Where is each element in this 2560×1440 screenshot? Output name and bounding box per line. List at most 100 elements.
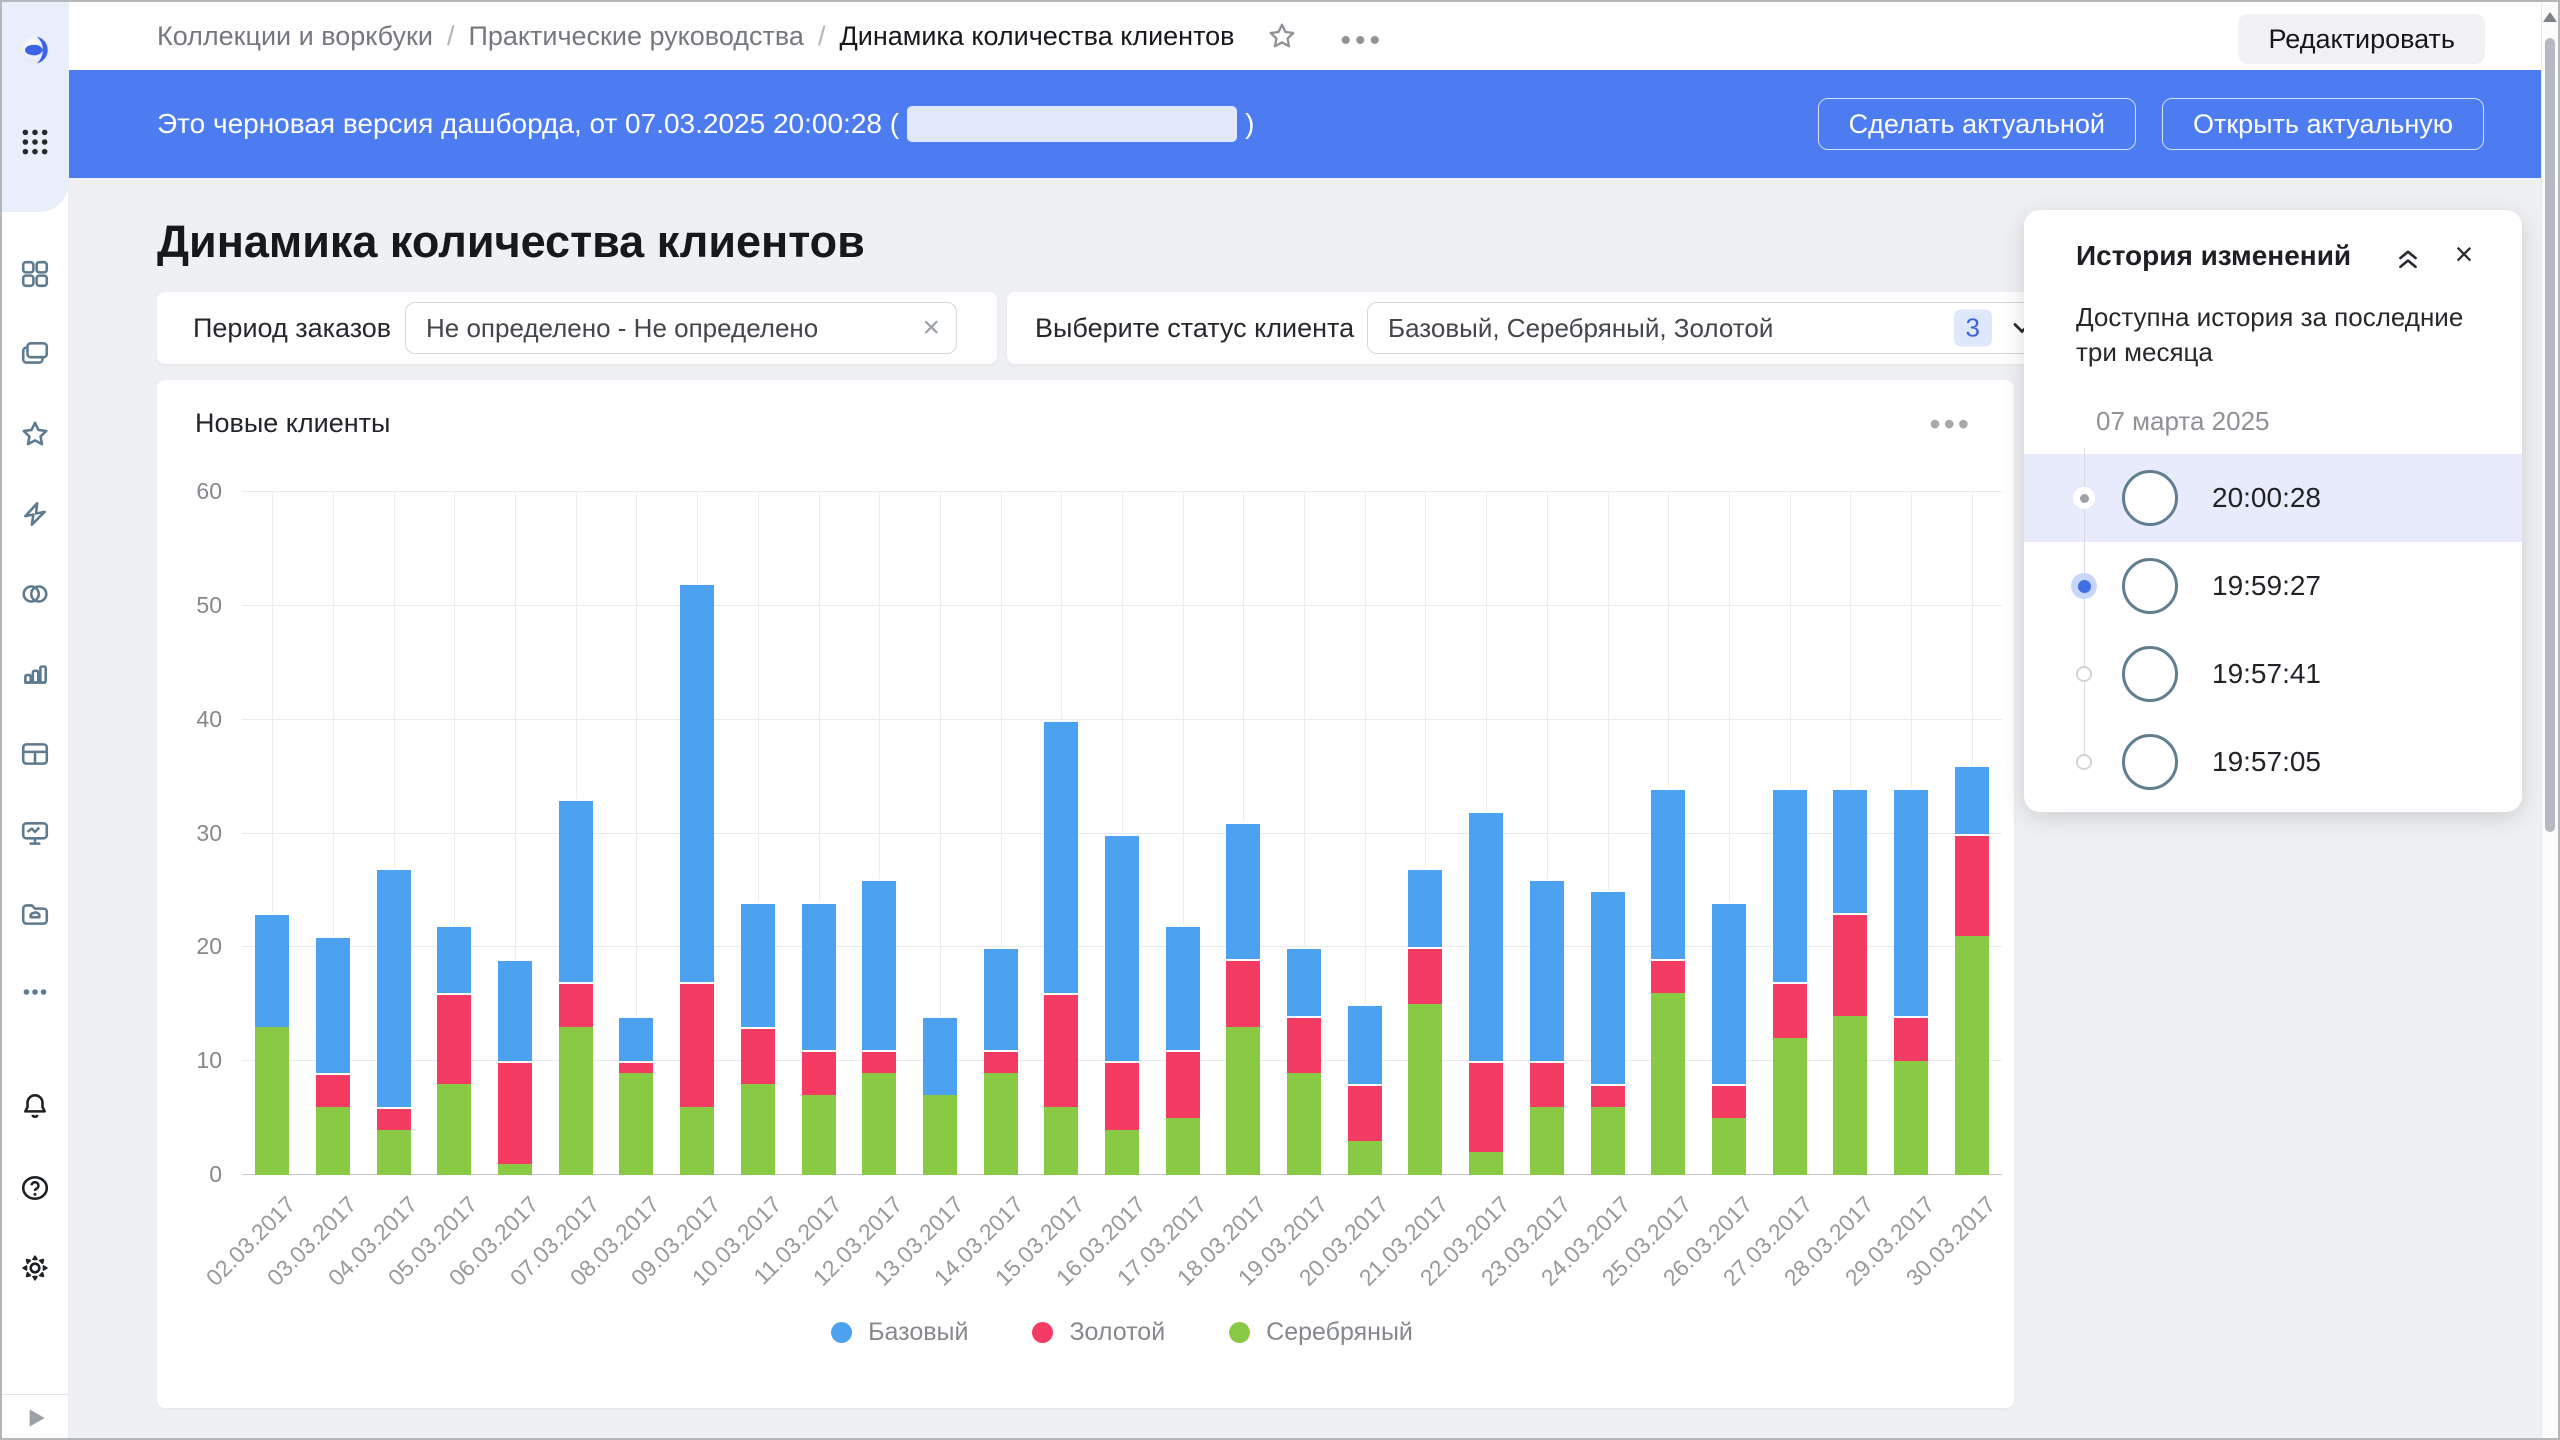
bar-segment[interactable] xyxy=(316,936,350,1073)
bar-segment[interactable] xyxy=(1651,959,1685,993)
version-radio[interactable] xyxy=(2076,754,2092,770)
datasets-table-icon[interactable] xyxy=(18,737,52,771)
stacked-bar[interactable] xyxy=(1226,822,1260,1175)
bar-segment[interactable] xyxy=(862,1073,896,1175)
vertical-scrollbar[interactable] xyxy=(2541,2,2558,1440)
bar-segment[interactable] xyxy=(1166,1050,1200,1118)
bar-segment[interactable] xyxy=(862,879,896,1050)
favorites-star-icon[interactable] xyxy=(18,417,52,451)
bar-segment[interactable] xyxy=(1226,959,1260,1027)
bar-segment[interactable] xyxy=(1833,1016,1867,1175)
bar-segment[interactable] xyxy=(1226,822,1260,959)
bar-segment[interactable] xyxy=(1894,1016,1928,1062)
apps-grid-icon[interactable] xyxy=(18,125,52,159)
connections-icon[interactable] xyxy=(18,577,52,611)
bar-segment[interactable] xyxy=(377,868,411,1107)
bar-segment[interactable] xyxy=(680,583,714,981)
bar-segment[interactable] xyxy=(1712,1118,1746,1175)
bar-segment[interactable] xyxy=(1287,1016,1321,1073)
bar-segment[interactable] xyxy=(923,1016,957,1096)
charts-icon[interactable] xyxy=(18,657,52,691)
bar-segment[interactable] xyxy=(437,993,471,1084)
bar-segment[interactable] xyxy=(1773,982,1807,1039)
history-item[interactable]: 19:57:41 xyxy=(2024,630,2522,718)
bar-segment[interactable] xyxy=(498,1061,532,1163)
bar-segment[interactable] xyxy=(559,982,593,1028)
bar-segment[interactable] xyxy=(1226,1027,1260,1175)
edit-button[interactable]: Редактировать xyxy=(2238,14,2485,64)
legend-item[interactable]: Серебряный xyxy=(1229,1318,1413,1347)
bar-segment[interactable] xyxy=(1712,1084,1746,1118)
bar-segment[interactable] xyxy=(1894,788,1928,1016)
bar-segment[interactable] xyxy=(741,902,775,1027)
bar-segment[interactable] xyxy=(1530,1061,1564,1107)
stacked-bar[interactable] xyxy=(862,879,896,1175)
bar-segment[interactable] xyxy=(1955,765,1989,833)
bar-segment[interactable] xyxy=(741,1084,775,1175)
bar-segment[interactable] xyxy=(255,1027,289,1175)
stacked-bar[interactable] xyxy=(377,868,411,1175)
stacked-bar[interactable] xyxy=(1287,947,1321,1175)
bar-segment[interactable] xyxy=(1651,788,1685,959)
bar-segment[interactable] xyxy=(1105,1130,1139,1176)
version-radio-current[interactable] xyxy=(2073,487,2095,509)
breadcrumb-guides[interactable]: Практические руководства xyxy=(468,21,803,52)
dashboards-monitor-icon[interactable] xyxy=(18,817,52,851)
stacked-bar[interactable] xyxy=(437,925,471,1175)
stacked-bar[interactable] xyxy=(741,902,775,1175)
stacked-bar[interactable] xyxy=(498,959,532,1175)
scrollbar-up-arrow-icon[interactable] xyxy=(2543,12,2557,22)
bar-segment[interactable] xyxy=(1287,947,1321,1015)
bar-segment[interactable] xyxy=(619,1061,653,1072)
stacked-bar[interactable] xyxy=(1530,879,1564,1175)
make-actual-button[interactable]: Сделать актуальной xyxy=(1818,98,2136,150)
bar-segment[interactable] xyxy=(1833,788,1867,913)
bar-segment[interactable] xyxy=(619,1016,653,1062)
bar-segment[interactable] xyxy=(1712,902,1746,1084)
bar-segment[interactable] xyxy=(498,959,532,1061)
status-filter-select[interactable]: Базовый, Серебряный, Золотой 3 xyxy=(1367,302,2057,354)
stacked-bar[interactable] xyxy=(923,1016,957,1175)
bar-segment[interactable] xyxy=(377,1130,411,1176)
bar-segment[interactable] xyxy=(1408,1004,1442,1175)
history-item[interactable]: 19:57:05 xyxy=(2024,718,2522,806)
bar-segment[interactable] xyxy=(1348,1004,1382,1084)
history-item[interactable]: 19:59:27 xyxy=(2024,542,2522,630)
bar-segment[interactable] xyxy=(984,947,1018,1049)
stacked-bar[interactable] xyxy=(1044,720,1078,1175)
bar-segment[interactable] xyxy=(1530,879,1564,1061)
bar-segment[interactable] xyxy=(1044,720,1078,993)
stacked-bar[interactable] xyxy=(1166,925,1200,1175)
version-radio-selected[interactable] xyxy=(2071,573,2097,599)
bar-segment[interactable] xyxy=(1287,1073,1321,1175)
bar-segment[interactable] xyxy=(1833,913,1867,1015)
stacked-bar[interactable] xyxy=(984,947,1018,1175)
datalens-logo-icon[interactable] xyxy=(18,33,52,67)
stacked-bar[interactable] xyxy=(619,1016,653,1175)
stacked-bar[interactable] xyxy=(1651,788,1685,1175)
bar-segment[interactable] xyxy=(619,1073,653,1175)
stacked-bar[interactable] xyxy=(559,799,593,1175)
bar-segment[interactable] xyxy=(680,1107,714,1175)
bar-segment[interactable] xyxy=(984,1050,1018,1073)
bar-segment[interactable] xyxy=(1348,1141,1382,1175)
bar-segment[interactable] xyxy=(1955,936,1989,1175)
stacked-bar[interactable] xyxy=(1469,811,1503,1175)
bar-segment[interactable] xyxy=(1894,1061,1928,1175)
bar-segment[interactable] xyxy=(1348,1084,1382,1141)
bar-segment[interactable] xyxy=(862,1050,896,1073)
storage-folder-cloud-icon[interactable] xyxy=(18,897,52,931)
bar-segment[interactable] xyxy=(437,925,471,993)
bar-segment[interactable] xyxy=(437,1084,471,1175)
stacked-bar[interactable] xyxy=(316,936,350,1175)
bar-segment[interactable] xyxy=(1773,788,1807,982)
chart-menu-icon[interactable]: ••• xyxy=(1929,406,1972,443)
stacked-bar[interactable] xyxy=(1105,834,1139,1175)
bar-segment[interactable] xyxy=(377,1107,411,1130)
bar-segment[interactable] xyxy=(984,1073,1018,1175)
stacked-bar[interactable] xyxy=(680,583,714,1175)
history-item[interactable]: 20:00:28 xyxy=(2024,454,2522,542)
breadcrumb-more-icon[interactable]: ••• xyxy=(1341,31,1385,41)
stacked-bar[interactable] xyxy=(1348,1004,1382,1175)
bar-segment[interactable] xyxy=(923,1095,957,1175)
